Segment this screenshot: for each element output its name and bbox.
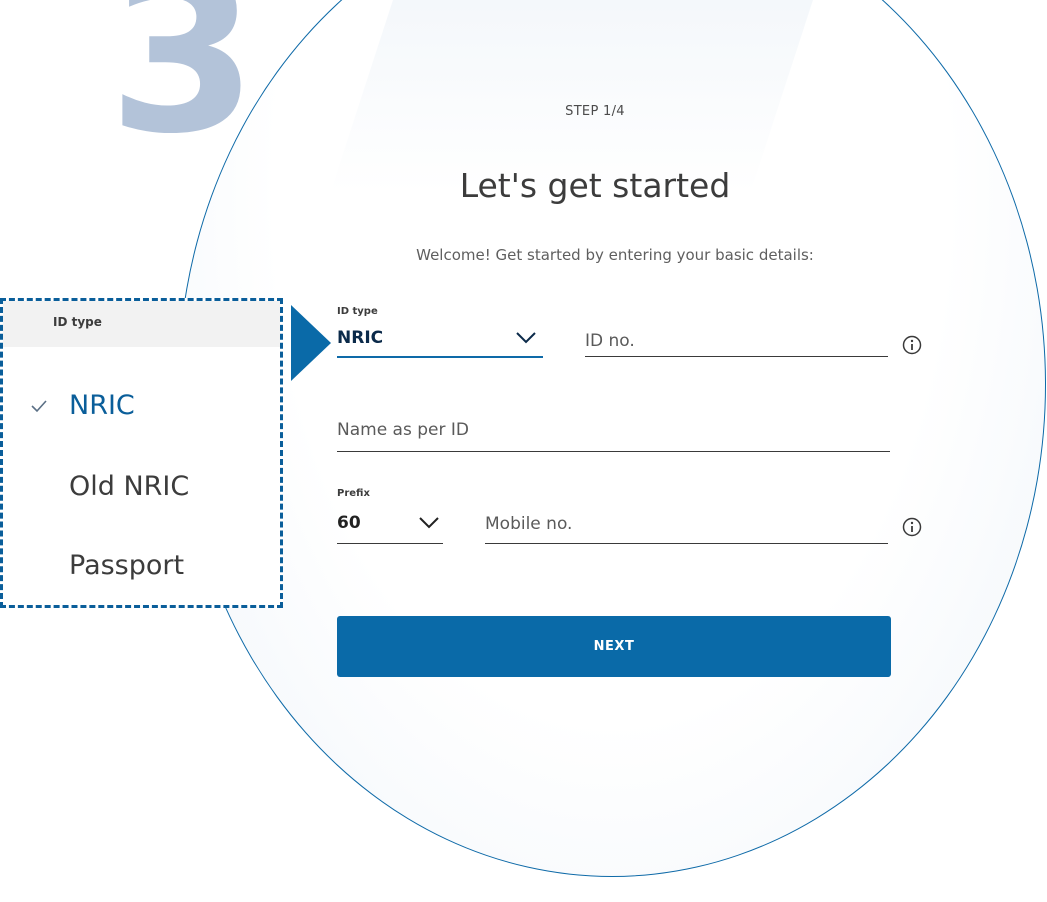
id-no-placeholder[interactable]: ID no. xyxy=(585,331,635,351)
id-type-underline xyxy=(337,356,543,358)
page-title: Let's get started xyxy=(459,166,731,205)
pointer-arrow-icon xyxy=(291,305,331,381)
info-icon[interactable] xyxy=(902,517,922,537)
chevron-down-icon[interactable] xyxy=(418,516,440,530)
prefix-label: Prefix xyxy=(337,488,370,499)
dropdown-option-label: NRIC xyxy=(69,390,135,421)
step-indicator: STEP 1/4 xyxy=(565,104,625,119)
id-no-underline xyxy=(585,356,888,357)
dropdown-option-nric[interactable]: NRIC xyxy=(3,380,280,430)
page-subtitle: Welcome! Get started by entering your ba… xyxy=(416,246,814,264)
id-type-dropdown-callout: ID type NRIC Old NRIC Passport xyxy=(0,298,283,608)
chevron-down-icon[interactable] xyxy=(515,331,537,345)
dropdown-header-label: ID type xyxy=(53,315,102,329)
id-type-value[interactable]: NRIC xyxy=(337,328,383,348)
check-icon xyxy=(31,400,47,413)
mobile-underline xyxy=(485,543,888,544)
dropdown-option-old-nric[interactable]: Old NRIC xyxy=(3,461,280,511)
prefix-underline xyxy=(337,543,443,544)
info-icon[interactable] xyxy=(902,335,922,355)
next-button[interactable]: NEXT xyxy=(337,616,891,677)
dropdown-option-label: Old NRIC xyxy=(69,471,190,502)
mobile-placeholder[interactable]: Mobile no. xyxy=(485,514,572,534)
name-placeholder[interactable]: Name as per ID xyxy=(337,420,469,440)
dropdown-option-passport[interactable]: Passport xyxy=(3,540,280,590)
dropdown-option-label: Passport xyxy=(69,550,185,581)
name-underline xyxy=(337,451,890,452)
prefix-value[interactable]: 60 xyxy=(337,513,361,533)
tutorial-stage: 3 STEP 1/4 Let's get started Welcome! Ge… xyxy=(0,0,1047,902)
id-type-label: ID type xyxy=(337,306,378,317)
dropdown-header: ID type xyxy=(3,301,280,347)
